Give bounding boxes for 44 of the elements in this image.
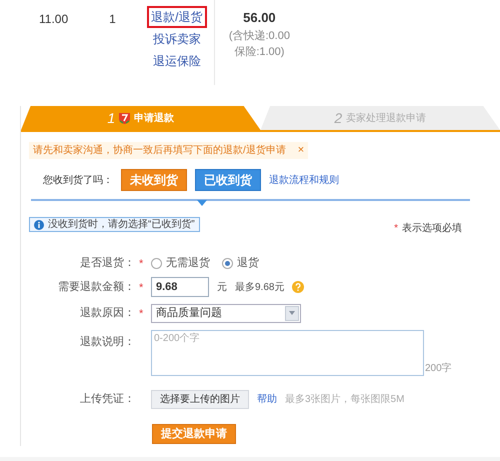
order-total: 56.00: [243, 9, 276, 27]
amount-hint: 最多9.68元: [235, 280, 284, 294]
help-link[interactable]: 帮助: [257, 392, 277, 406]
quantity: 1: [109, 11, 116, 26]
order-action-link[interactable]: 退运保险: [148, 50, 205, 72]
notice-text: 请先和卖家沟通，协商一致后再填写下面的退款/退货申请: [33, 144, 286, 158]
pointer-icon: [197, 200, 207, 206]
character-counter: 200字: [425, 362, 452, 376]
unit-label: 元: [217, 280, 227, 294]
amount-field[interactable]: 9.68: [151, 277, 209, 297]
field-label: 退款说明：: [80, 335, 135, 350]
step-label: 申请退款: [134, 112, 174, 126]
field-label: 上传凭证：: [80, 392, 135, 407]
radio-button[interactable]: [151, 258, 162, 268]
step-label: 卖家处理退款申请: [346, 112, 426, 126]
required-mark: *: [139, 258, 144, 270]
reason-dropdown[interactable]: 商品质量问题: [151, 304, 301, 322]
step-number: 2: [334, 108, 342, 128]
unit-price: 11.00: [39, 11, 68, 26]
radio-label[interactable]: 退货: [237, 254, 259, 272]
step-number: 1: [107, 108, 116, 128]
order-action-link[interactable]: 退款/退货: [147, 6, 206, 28]
refund-rules-link[interactable]: 退款流程和规则: [269, 172, 339, 188]
required-mark: *: [139, 282, 144, 294]
field-label: 退款原因：: [80, 306, 135, 321]
help-icon[interactable]: [292, 281, 304, 293]
required-mark: *: [394, 222, 398, 236]
question-label: 您收到货了吗：: [43, 174, 113, 188]
caret-icon: [289, 311, 295, 315]
description-field[interactable]: 0-200个字: [151, 330, 424, 376]
required-mark: *: [139, 308, 144, 320]
field-label: 需要退款金额：: [58, 280, 135, 295]
shield-icon: [119, 112, 130, 124]
order-action-link[interactable]: 投诉卖家: [148, 28, 205, 50]
upload-hint: 最多3张图片，每张图限5M: [285, 392, 404, 406]
insurance-note: 保险:1.00): [234, 44, 284, 60]
radio-label[interactable]: 无需退货: [166, 254, 210, 272]
required-note: 表示选项必填: [402, 222, 462, 236]
choose-image-button[interactable]: 选择要上传的图片: [151, 390, 249, 408]
radio-button[interactable]: [222, 258, 233, 268]
shipping-note: (含快递:0.00: [228, 28, 290, 44]
info-tip-text: 没收到货时，请勿选择“已收到货”: [48, 218, 195, 232]
field-label: 是否退货：: [80, 256, 135, 271]
info-icon: [34, 220, 44, 230]
